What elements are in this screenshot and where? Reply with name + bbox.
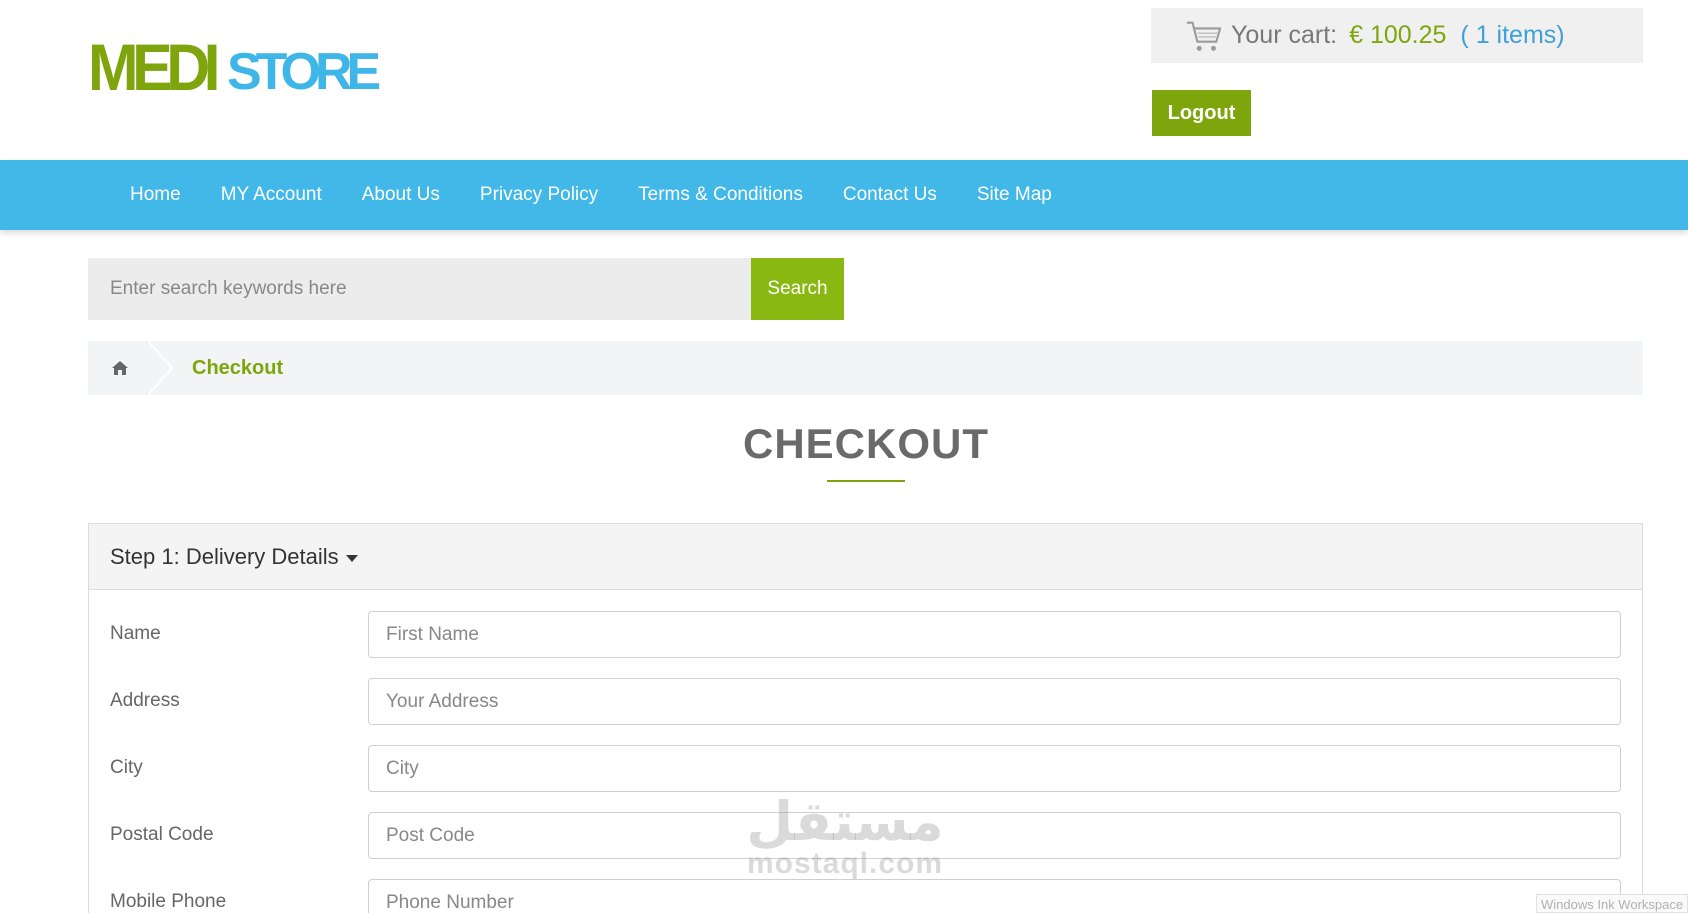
address-label: Address [110,690,180,711]
form-row-postal-code: Postal Code [89,812,1642,860]
breadcrumb-current: Checkout [192,356,284,379]
postal-code-field[interactable] [368,812,1621,859]
nav-item-my-account[interactable]: MY Account [201,184,342,206]
cart-label: Your cart: [1231,21,1338,49]
nav-item-privacy-policy[interactable]: Privacy Policy [460,184,618,206]
breadcrumb: Checkout [88,341,1643,395]
name-field[interactable] [368,611,1621,658]
nav-item-home[interactable]: Home [110,184,201,206]
site-header: MEDI STORE Your cart: € 100.25 ( 1 items… [0,0,1688,160]
form-row-name: Name [89,611,1642,659]
delivery-details-panel: Step 1: Delivery Details Name Address Ci… [88,523,1643,913]
mobile-phone-label: Mobile Phone [110,891,227,912]
cart-item-count[interactable]: ( 1 items) [1460,21,1564,50]
form-row-city: City [89,745,1642,793]
site-logo[interactable]: MEDI STORE [88,30,381,104]
nav-item-contact-us[interactable]: Contact Us [823,184,957,206]
search-input[interactable] [88,258,751,320]
main-nav: Home MY Account About Us Privacy Policy … [0,160,1688,230]
phone-field[interactable] [368,879,1621,913]
nav-item-site-map[interactable]: Site Map [957,184,1072,206]
step1-header[interactable]: Step 1: Delivery Details [89,524,1642,590]
address-field[interactable] [368,678,1621,725]
home-icon [112,361,128,375]
nav-item-terms-conditions[interactable]: Terms & Conditions [618,184,823,206]
step1-title: Step 1: Delivery Details [110,543,339,569]
city-label: City [110,757,143,778]
caret-down-icon [345,554,358,562]
nav-item-about-us[interactable]: About Us [342,184,460,206]
form-row-address: Address [89,678,1642,726]
ink-workspace-overlay[interactable]: Windows Ink Workspace [1536,894,1688,913]
page-title: CHECKOUT [743,420,989,467]
search-bar: Search [88,258,844,320]
cart-total: € 100.25 [1349,21,1447,49]
city-field[interactable] [368,745,1621,792]
form-row-mobile-phone: Mobile Phone [89,879,1642,913]
postal-code-label: Postal Code [110,824,214,845]
breadcrumb-home[interactable] [88,341,174,395]
cart-summary[interactable]: Your cart: € 100.25 ( 1 items) [1151,8,1643,63]
shopping-cart-icon [1186,21,1222,51]
breadcrumb-separator-icon [148,341,174,395]
logout-button[interactable]: Logout [1152,90,1251,136]
title-underline [827,480,905,482]
logo-store: STORE [227,43,381,101]
name-label: Name [110,623,161,644]
logo-medi: MEDI [88,30,220,104]
search-button[interactable]: Search [751,258,844,320]
